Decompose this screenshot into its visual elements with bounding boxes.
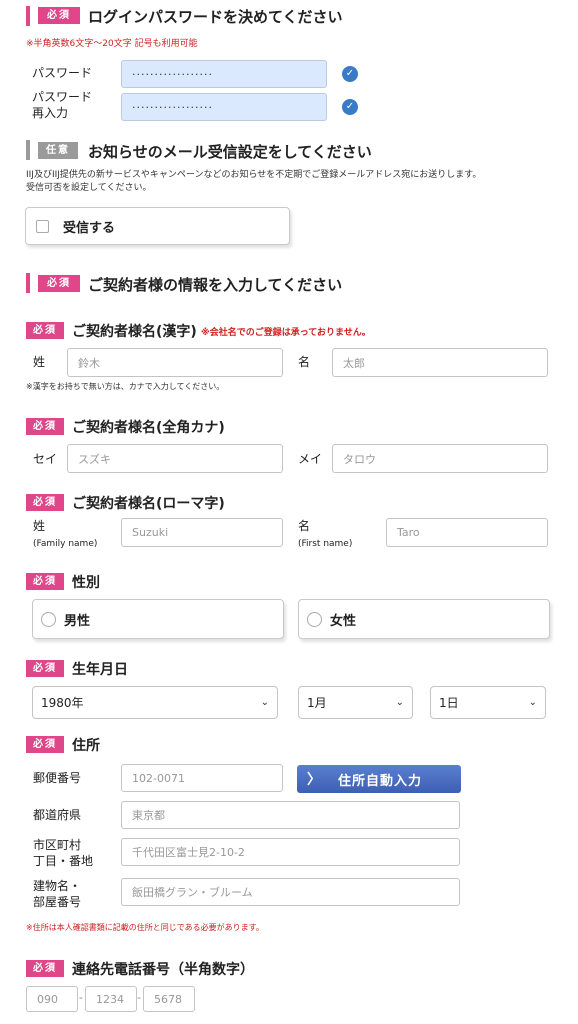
newsletter-checkbox[interactable]: 受信する: [25, 207, 290, 245]
phone-separator: -: [79, 991, 83, 1004]
phone-title: 連絡先電話番号（半角数字）: [72, 962, 254, 978]
newsletter-description: IIJ及びIIJ提供先の新サービスやキャンペーンなどのお知らせを不定期でご登録メ…: [26, 169, 481, 195]
zip-label: 郵便番号: [33, 771, 82, 785]
prefecture-input[interactable]: 東京都: [121, 801, 460, 829]
newsletter-desc-line1: IIJ及びIIJ提供先の新サービスやキャンペーンなどのお知らせを不定期でご登録メ…: [26, 170, 482, 180]
chevron-down-icon: ⌄: [260, 697, 269, 708]
password-confirm-input[interactable]: ··················: [121, 93, 327, 121]
required-badge: 必須: [26, 960, 64, 977]
first-name-sublabel: (First name): [298, 539, 353, 549]
phone-part1-input[interactable]: 090: [26, 986, 78, 1012]
password-label: パスワード: [32, 66, 93, 80]
phone-part2-input[interactable]: 1234: [85, 986, 137, 1012]
last-name-kana-input[interactable]: スズキ: [67, 444, 283, 473]
radio-icon: [41, 611, 56, 627]
gender-male-option[interactable]: 男性: [32, 599, 284, 639]
birth-month-select[interactable]: 1月 ⌄: [298, 686, 413, 719]
required-badge: 必須: [26, 322, 64, 339]
gender-female-label: 女性: [330, 613, 357, 629]
checkbox-icon: [36, 219, 49, 233]
address-note: ※住所は本人確認書類に記載の住所と同じである必要があります。: [26, 923, 264, 932]
password-note: ※半角英数6文字〜20文字 記号も利用可能: [26, 39, 198, 49]
required-badge: 必須: [38, 7, 80, 24]
auto-address-button[interactable]: 〉 住所自動入力: [297, 765, 461, 793]
last-name-kanji-input[interactable]: 鈴木: [67, 348, 283, 377]
building-input[interactable]: 飯田橋グラン・ブルーム: [121, 878, 460, 906]
name-kanji-note: ※漢字をお持ちで無い方は、カナで入力してください。: [26, 382, 225, 391]
birth-year-select[interactable]: 1980年 ⌄: [32, 686, 278, 719]
building-label-line2: 部屋番号: [33, 895, 82, 909]
check-icon: ✓: [342, 66, 358, 82]
section-marker: [26, 6, 30, 26]
first-name-roman-input[interactable]: Taro: [386, 518, 548, 547]
contract-section-title: ご契約者様の情報を入力してください: [88, 276, 343, 294]
prefecture-label: 都道府県: [33, 808, 82, 822]
first-name-kana-input[interactable]: タロウ: [332, 444, 548, 473]
building-label-line1: 建物名・: [33, 879, 82, 893]
city-input[interactable]: 千代田区富士見2-10-2: [121, 838, 460, 866]
last-name-kana-label: セイ: [33, 452, 58, 466]
password-confirm-label: パスワード 再入力: [32, 89, 92, 121]
first-name-kanji-input[interactable]: 太郎: [332, 348, 548, 377]
section-marker: [26, 273, 30, 293]
last-name-roman-label: 姓 (Family name): [33, 518, 97, 552]
required-badge: 必須: [26, 736, 64, 753]
chevron-down-icon: ⌄: [528, 697, 537, 708]
required-badge: 必須: [26, 494, 64, 511]
password-input[interactable]: ··················: [121, 60, 327, 88]
name-kanji-title: ご契約者様名(漢字): [72, 324, 197, 340]
building-label: 建物名・ 部屋番号: [33, 878, 81, 910]
last-name-label: 姓: [33, 355, 46, 369]
password-section-title: ログインパスワードを決めてください: [88, 8, 343, 26]
zip-input[interactable]: 102-0071: [121, 764, 283, 792]
city-label-line1: 市区町村: [33, 838, 82, 852]
required-badge: 必須: [26, 418, 64, 435]
newsletter-desc-line2: 受信可否を設定してください。: [26, 183, 152, 193]
birth-day-select[interactable]: 1日 ⌄: [430, 686, 546, 719]
check-icon: ✓: [342, 99, 358, 115]
optional-badge: 任意: [38, 142, 78, 159]
required-badge: 必須: [26, 573, 64, 590]
city-label-line2: 丁目・番地: [33, 854, 94, 868]
first-name-kana-label: メイ: [298, 452, 323, 466]
gender-male-label: 男性: [64, 613, 91, 629]
section-marker: [26, 140, 30, 160]
birth-year-value: 1980年: [41, 696, 84, 710]
birth-month-value: 1月: [307, 696, 327, 710]
gender-title: 性別: [72, 575, 100, 591]
name-roman-title: ご契約者様名(ローマ字): [72, 496, 225, 512]
last-name-roman-input[interactable]: Suzuki: [121, 518, 283, 547]
password-confirm-label-line2: 再入力: [32, 106, 69, 120]
first-name-roman-label-text: 名: [298, 519, 311, 533]
newsletter-checkbox-label: 受信する: [63, 220, 116, 236]
name-kana-title: ご契約者様名(全角カナ): [72, 420, 225, 436]
phone-separator: -: [137, 991, 141, 1004]
city-label: 市区町村 丁目・番地: [33, 837, 93, 869]
chevron-down-icon: ⌄: [395, 697, 404, 708]
family-name-sublabel: (Family name): [33, 539, 98, 549]
password-confirm-label-line1: パスワード: [32, 90, 93, 104]
gender-female-option[interactable]: 女性: [298, 599, 550, 639]
required-badge: 必須: [26, 660, 64, 677]
auto-address-button-label: 住所自動入力: [338, 773, 423, 789]
birth-day-value: 1日: [439, 696, 459, 710]
birthdate-title: 生年月日: [72, 662, 128, 678]
address-title: 住所: [72, 738, 100, 754]
last-name-roman-label-text: 姓: [33, 519, 46, 533]
radio-icon: [307, 611, 322, 627]
required-badge: 必須: [38, 275, 80, 292]
chevron-right-icon: 〉: [307, 772, 322, 788]
phone-part3-input[interactable]: 5678: [143, 986, 195, 1012]
name-kanji-warning: ※会社名でのご登録は承っておりません。: [201, 328, 371, 338]
first-name-roman-label: 名 (First name): [298, 518, 352, 552]
newsletter-section-title: お知らせのメール受信設定をしてください: [88, 143, 372, 161]
first-name-label: 名: [298, 355, 311, 369]
